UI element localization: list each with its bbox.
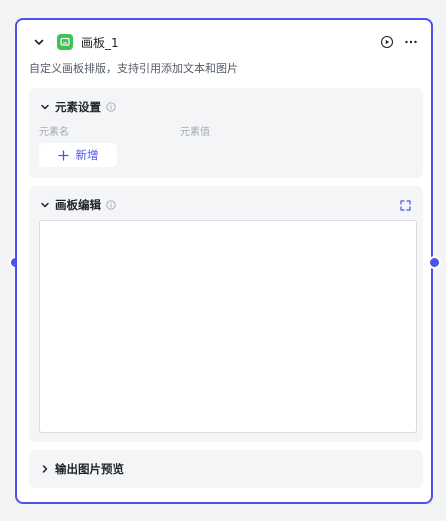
workflow-canvas: 画板_1 自定义画板排版，支持引用添加文本和图片 元素设置 元素名 元素值 新增… xyxy=(0,0,446,521)
elements-settings-header[interactable]: 元素设置 xyxy=(39,99,116,115)
output-port[interactable] xyxy=(428,256,441,269)
canvas-editor-area[interactable] xyxy=(39,220,417,433)
elements-settings-title: 元素设置 xyxy=(55,100,101,114)
node-description: 自定义画板排版，支持引用添加文本和图片 xyxy=(29,62,238,75)
add-element-button[interactable]: 新增 xyxy=(39,143,117,167)
fullscreen-icon[interactable] xyxy=(399,199,411,211)
node-header: 画板_1 xyxy=(29,32,419,52)
output-preview-panel: 输出图片预览 xyxy=(29,450,423,488)
canvas-editor-header[interactable]: 画板编辑 xyxy=(39,197,116,213)
plus-icon xyxy=(58,149,70,161)
canvas-board-icon xyxy=(57,34,73,50)
output-preview-title: 输出图片预览 xyxy=(55,462,124,476)
column-header-value: 元素值 xyxy=(180,127,210,138)
chevron-down-icon[interactable] xyxy=(39,101,51,113)
column-header-name: 元素名 xyxy=(39,127,69,138)
chevron-down-icon[interactable] xyxy=(31,34,47,50)
node-title[interactable]: 画板_1 xyxy=(81,34,119,51)
info-icon[interactable] xyxy=(105,200,116,211)
info-icon[interactable] xyxy=(105,102,116,113)
canvas-editor-panel: 画板编辑 xyxy=(29,186,423,442)
canvas-node-card[interactable]: 画板_1 自定义画板排版，支持引用添加文本和图片 元素设置 元素名 元素值 新增… xyxy=(15,18,433,504)
elements-settings-panel: 元素设置 元素名 元素值 新增 xyxy=(29,88,423,178)
chevron-right-icon[interactable] xyxy=(39,463,51,475)
add-element-label: 新增 xyxy=(75,148,99,162)
run-icon[interactable] xyxy=(379,34,395,50)
canvas-editor-title: 画板编辑 xyxy=(55,198,101,212)
output-preview-header[interactable]: 输出图片预览 xyxy=(39,461,124,477)
chevron-down-icon[interactable] xyxy=(39,199,51,211)
more-icon[interactable] xyxy=(403,34,419,50)
